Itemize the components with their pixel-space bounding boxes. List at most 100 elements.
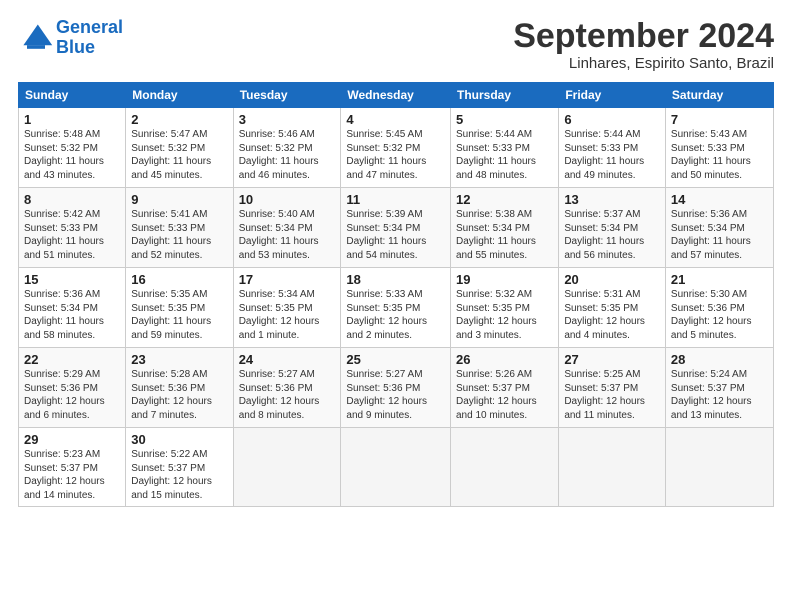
table-row: 21Sunrise: 5:30 AMSunset: 5:36 PMDayligh… <box>665 268 773 348</box>
day-number: 22 <box>24 352 120 367</box>
table-row: 26Sunrise: 5:26 AMSunset: 5:37 PMDayligh… <box>450 348 558 428</box>
day-number: 21 <box>671 272 768 287</box>
day-info: Sunrise: 5:31 AMSunset: 5:35 PMDaylight:… <box>564 288 660 342</box>
table-row: 19Sunrise: 5:32 AMSunset: 5:35 PMDayligh… <box>450 268 558 348</box>
table-row: 8Sunrise: 5:42 AMSunset: 5:33 PMDaylight… <box>19 188 126 268</box>
day-info: Sunrise: 5:44 AMSunset: 5:33 PMDaylight:… <box>456 128 553 182</box>
day-info: Sunrise: 5:36 AMSunset: 5:34 PMDaylight:… <box>24 288 120 342</box>
day-number: 14 <box>671 192 768 207</box>
col-thursday: Thursday <box>450 83 558 108</box>
table-row <box>559 428 666 507</box>
subtitle: Linhares, Espirito Santo, Brazil <box>513 55 774 72</box>
day-info: Sunrise: 5:46 AMSunset: 5:32 PMDaylight:… <box>239 128 336 182</box>
day-number: 10 <box>239 192 336 207</box>
day-info: Sunrise: 5:24 AMSunset: 5:37 PMDaylight:… <box>671 368 768 422</box>
table-row: 22Sunrise: 5:29 AMSunset: 5:36 PMDayligh… <box>19 348 126 428</box>
header-row: Sunday Monday Tuesday Wednesday Thursday… <box>19 83 774 108</box>
day-number: 18 <box>346 272 445 287</box>
table-row: 6Sunrise: 5:44 AMSunset: 5:33 PMDaylight… <box>559 108 666 188</box>
table-row: 3Sunrise: 5:46 AMSunset: 5:32 PMDaylight… <box>233 108 341 188</box>
table-row: 16Sunrise: 5:35 AMSunset: 5:35 PMDayligh… <box>126 268 233 348</box>
day-number: 16 <box>131 272 227 287</box>
table-row <box>341 428 451 507</box>
logo-line2: Blue <box>56 37 95 57</box>
day-info: Sunrise: 5:48 AMSunset: 5:32 PMDaylight:… <box>24 128 120 182</box>
day-info: Sunrise: 5:29 AMSunset: 5:36 PMDaylight:… <box>24 368 120 422</box>
calendar: Sunday Monday Tuesday Wednesday Thursday… <box>18 82 774 507</box>
day-info: Sunrise: 5:22 AMSunset: 5:37 PMDaylight:… <box>131 448 227 502</box>
day-info: Sunrise: 5:35 AMSunset: 5:35 PMDaylight:… <box>131 288 227 342</box>
day-number: 3 <box>239 112 336 127</box>
table-row: 4Sunrise: 5:45 AMSunset: 5:32 PMDaylight… <box>341 108 451 188</box>
day-info: Sunrise: 5:39 AMSunset: 5:34 PMDaylight:… <box>346 208 445 262</box>
day-info: Sunrise: 5:33 AMSunset: 5:35 PMDaylight:… <box>346 288 445 342</box>
day-number: 7 <box>671 112 768 127</box>
logo: General Blue <box>18 18 123 58</box>
day-info: Sunrise: 5:27 AMSunset: 5:36 PMDaylight:… <box>346 368 445 422</box>
day-number: 12 <box>456 192 553 207</box>
day-number: 11 <box>346 192 445 207</box>
day-number: 1 <box>24 112 120 127</box>
col-friday: Friday <box>559 83 666 108</box>
day-number: 24 <box>239 352 336 367</box>
day-number: 19 <box>456 272 553 287</box>
day-number: 9 <box>131 192 227 207</box>
table-row: 11Sunrise: 5:39 AMSunset: 5:34 PMDayligh… <box>341 188 451 268</box>
day-info: Sunrise: 5:28 AMSunset: 5:36 PMDaylight:… <box>131 368 227 422</box>
table-row <box>450 428 558 507</box>
day-info: Sunrise: 5:32 AMSunset: 5:35 PMDaylight:… <box>456 288 553 342</box>
day-info: Sunrise: 5:30 AMSunset: 5:36 PMDaylight:… <box>671 288 768 342</box>
day-info: Sunrise: 5:47 AMSunset: 5:32 PMDaylight:… <box>131 128 227 182</box>
col-wednesday: Wednesday <box>341 83 451 108</box>
table-row: 23Sunrise: 5:28 AMSunset: 5:36 PMDayligh… <box>126 348 233 428</box>
day-number: 15 <box>24 272 120 287</box>
table-row: 1Sunrise: 5:48 AMSunset: 5:32 PMDaylight… <box>19 108 126 188</box>
day-info: Sunrise: 5:36 AMSunset: 5:34 PMDaylight:… <box>671 208 768 262</box>
title-block: September 2024 Linhares, Espirito Santo,… <box>513 18 774 72</box>
table-row: 2Sunrise: 5:47 AMSunset: 5:32 PMDaylight… <box>126 108 233 188</box>
day-number: 27 <box>564 352 660 367</box>
day-number: 2 <box>131 112 227 127</box>
table-row: 5Sunrise: 5:44 AMSunset: 5:33 PMDaylight… <box>450 108 558 188</box>
table-row: 20Sunrise: 5:31 AMSunset: 5:35 PMDayligh… <box>559 268 666 348</box>
day-info: Sunrise: 5:26 AMSunset: 5:37 PMDaylight:… <box>456 368 553 422</box>
day-info: Sunrise: 5:27 AMSunset: 5:36 PMDaylight:… <box>239 368 336 422</box>
table-row: 29Sunrise: 5:23 AMSunset: 5:37 PMDayligh… <box>19 428 126 507</box>
day-info: Sunrise: 5:34 AMSunset: 5:35 PMDaylight:… <box>239 288 336 342</box>
day-info: Sunrise: 5:42 AMSunset: 5:33 PMDaylight:… <box>24 208 120 262</box>
table-row: 17Sunrise: 5:34 AMSunset: 5:35 PMDayligh… <box>233 268 341 348</box>
day-info: Sunrise: 5:38 AMSunset: 5:34 PMDaylight:… <box>456 208 553 262</box>
table-row: 27Sunrise: 5:25 AMSunset: 5:37 PMDayligh… <box>559 348 666 428</box>
table-row: 24Sunrise: 5:27 AMSunset: 5:36 PMDayligh… <box>233 348 341 428</box>
day-number: 28 <box>671 352 768 367</box>
day-number: 6 <box>564 112 660 127</box>
month-title: September 2024 <box>513 18 774 55</box>
table-row: 10Sunrise: 5:40 AMSunset: 5:34 PMDayligh… <box>233 188 341 268</box>
table-row: 14Sunrise: 5:36 AMSunset: 5:34 PMDayligh… <box>665 188 773 268</box>
day-info: Sunrise: 5:45 AMSunset: 5:32 PMDaylight:… <box>346 128 445 182</box>
col-monday: Monday <box>126 83 233 108</box>
logo-icon <box>18 20 54 56</box>
day-number: 23 <box>131 352 227 367</box>
day-number: 13 <box>564 192 660 207</box>
day-number: 25 <box>346 352 445 367</box>
day-number: 17 <box>239 272 336 287</box>
col-sunday: Sunday <box>19 83 126 108</box>
table-row: 28Sunrise: 5:24 AMSunset: 5:37 PMDayligh… <box>665 348 773 428</box>
table-row <box>233 428 341 507</box>
logo-text: General Blue <box>56 18 123 58</box>
page: General Blue September 2024 Linhares, Es… <box>0 0 792 612</box>
day-number: 29 <box>24 432 120 447</box>
day-info: Sunrise: 5:43 AMSunset: 5:33 PMDaylight:… <box>671 128 768 182</box>
table-row: 12Sunrise: 5:38 AMSunset: 5:34 PMDayligh… <box>450 188 558 268</box>
table-row: 7Sunrise: 5:43 AMSunset: 5:33 PMDaylight… <box>665 108 773 188</box>
table-row: 25Sunrise: 5:27 AMSunset: 5:36 PMDayligh… <box>341 348 451 428</box>
day-info: Sunrise: 5:41 AMSunset: 5:33 PMDaylight:… <box>131 208 227 262</box>
day-info: Sunrise: 5:37 AMSunset: 5:34 PMDaylight:… <box>564 208 660 262</box>
table-row: 18Sunrise: 5:33 AMSunset: 5:35 PMDayligh… <box>341 268 451 348</box>
table-row: 13Sunrise: 5:37 AMSunset: 5:34 PMDayligh… <box>559 188 666 268</box>
table-row <box>665 428 773 507</box>
col-saturday: Saturday <box>665 83 773 108</box>
table-row: 9Sunrise: 5:41 AMSunset: 5:33 PMDaylight… <box>126 188 233 268</box>
table-row: 15Sunrise: 5:36 AMSunset: 5:34 PMDayligh… <box>19 268 126 348</box>
